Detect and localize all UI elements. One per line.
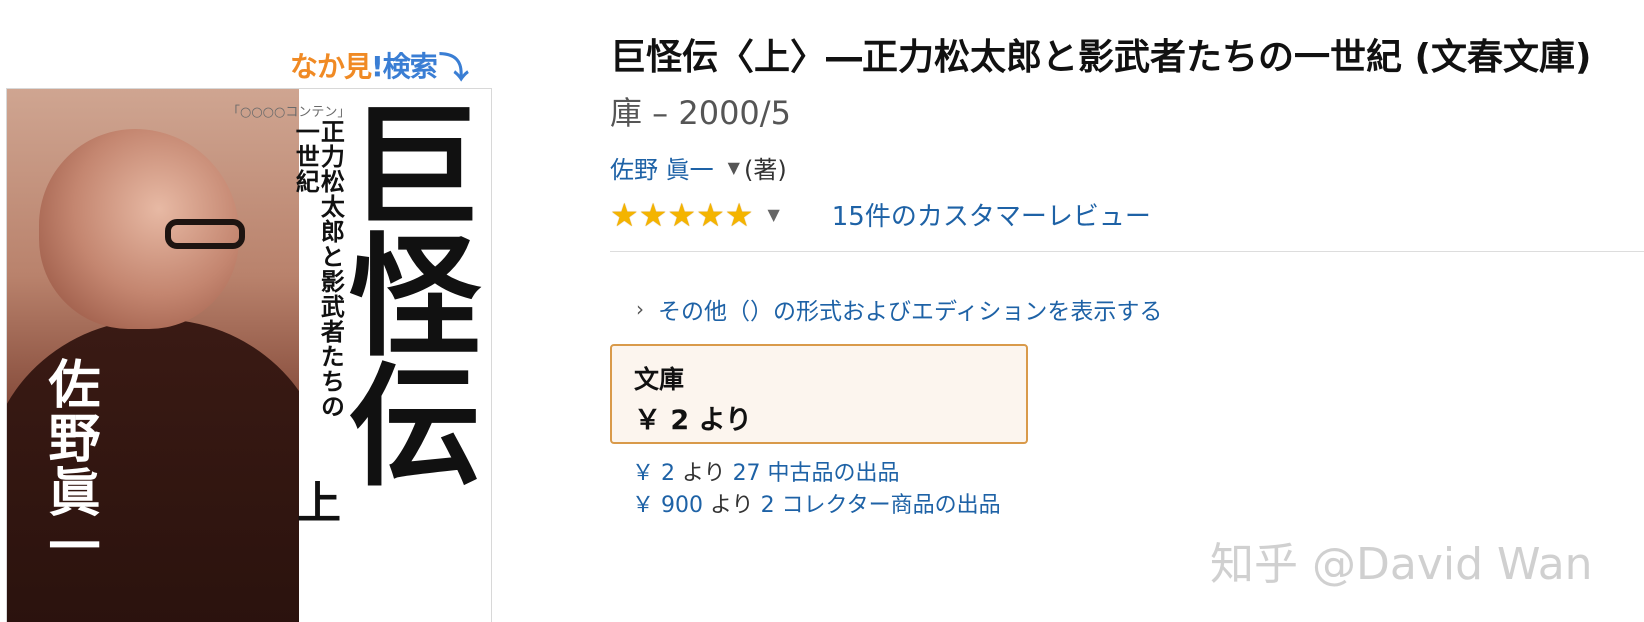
star-icon: ★ <box>610 195 639 234</box>
star-rating[interactable]: ★ ★ ★ ★ ★ <box>610 199 753 231</box>
offer-label: 27 中古品の出品 <box>732 461 900 486</box>
other-formats-label: その他（）の形式およびエディションを表示する <box>658 299 1163 325</box>
author-dropdown-icon[interactable]: ▼ <box>728 158 740 177</box>
rating-dropdown-icon[interactable]: ▼ <box>767 205 779 224</box>
star-icon: ★ <box>667 195 697 234</box>
star-icon: ★ <box>638 195 668 234</box>
cover-author: 佐野眞一 <box>39 357 100 573</box>
look-inside-label-part1: なか見 <box>290 50 372 83</box>
offer-collectible-link[interactable]: ￥ 900 より 2 コレクター商品の出品 <box>632 490 1001 522</box>
format-name: 文庫 <box>634 365 685 394</box>
star-icon: ★ <box>724 195 754 234</box>
product-meta: 庫 – 2000/5 <box>610 94 791 132</box>
offers-list: ￥ 2 より 27 中古品の出品 ￥ 900 より 2 コレクター商品の出品 <box>632 458 1001 522</box>
rating-line: ★ ★ ★ ★ ★ ▼ 15件のカスタマーレビュー <box>610 196 1151 233</box>
offer-label: 2 コレクター商品の出品 <box>760 493 1001 518</box>
offer-yori: より <box>682 461 726 486</box>
divider <box>610 251 1644 252</box>
cover-title: 巨怪伝 <box>326 97 481 487</box>
author-line: 佐野 眞一 ▼ (著) <box>610 150 787 185</box>
customer-reviews-link[interactable]: 15件のカスタマーレビュー <box>832 196 1151 233</box>
book-cover-image[interactable]: 佐野眞一 「○○○○コンテン」 正力松太郎と影武者たちの一世紀 上 巨怪伝 <box>6 88 492 622</box>
product-title: 巨怪伝〈上〉―正力松太郎と影武者たちの一世紀 (文春文庫) <box>610 37 1592 78</box>
look-inside-button[interactable]: なか見 !検索 ⤵ <box>290 44 490 86</box>
offer-used-link[interactable]: ￥ 2 より 27 中古品の出品 <box>632 458 1001 490</box>
author-role: (著) <box>743 156 787 184</box>
star-icon: ★ <box>696 195 725 234</box>
chevron-right-icon: › <box>636 297 644 321</box>
format-option-bunko[interactable]: 文庫 ￥ 2 より <box>610 344 1028 444</box>
format-price: ￥ 2 より <box>634 405 753 436</box>
watermark: 知乎 @David Wan <box>1210 539 1593 590</box>
look-inside-label-part2: !検索 <box>371 50 438 83</box>
other-formats-link[interactable]: › その他（）の形式およびエディションを表示する <box>636 292 1162 326</box>
down-arrow-icon: ⤵ <box>438 51 469 86</box>
author-link[interactable]: 佐野 眞一 <box>610 150 714 185</box>
cover-figure-glasses <box>165 219 245 249</box>
offer-price: ￥ 900 <box>632 493 703 518</box>
offer-yori: より <box>710 493 754 518</box>
offer-price: ￥ 2 <box>632 461 675 486</box>
